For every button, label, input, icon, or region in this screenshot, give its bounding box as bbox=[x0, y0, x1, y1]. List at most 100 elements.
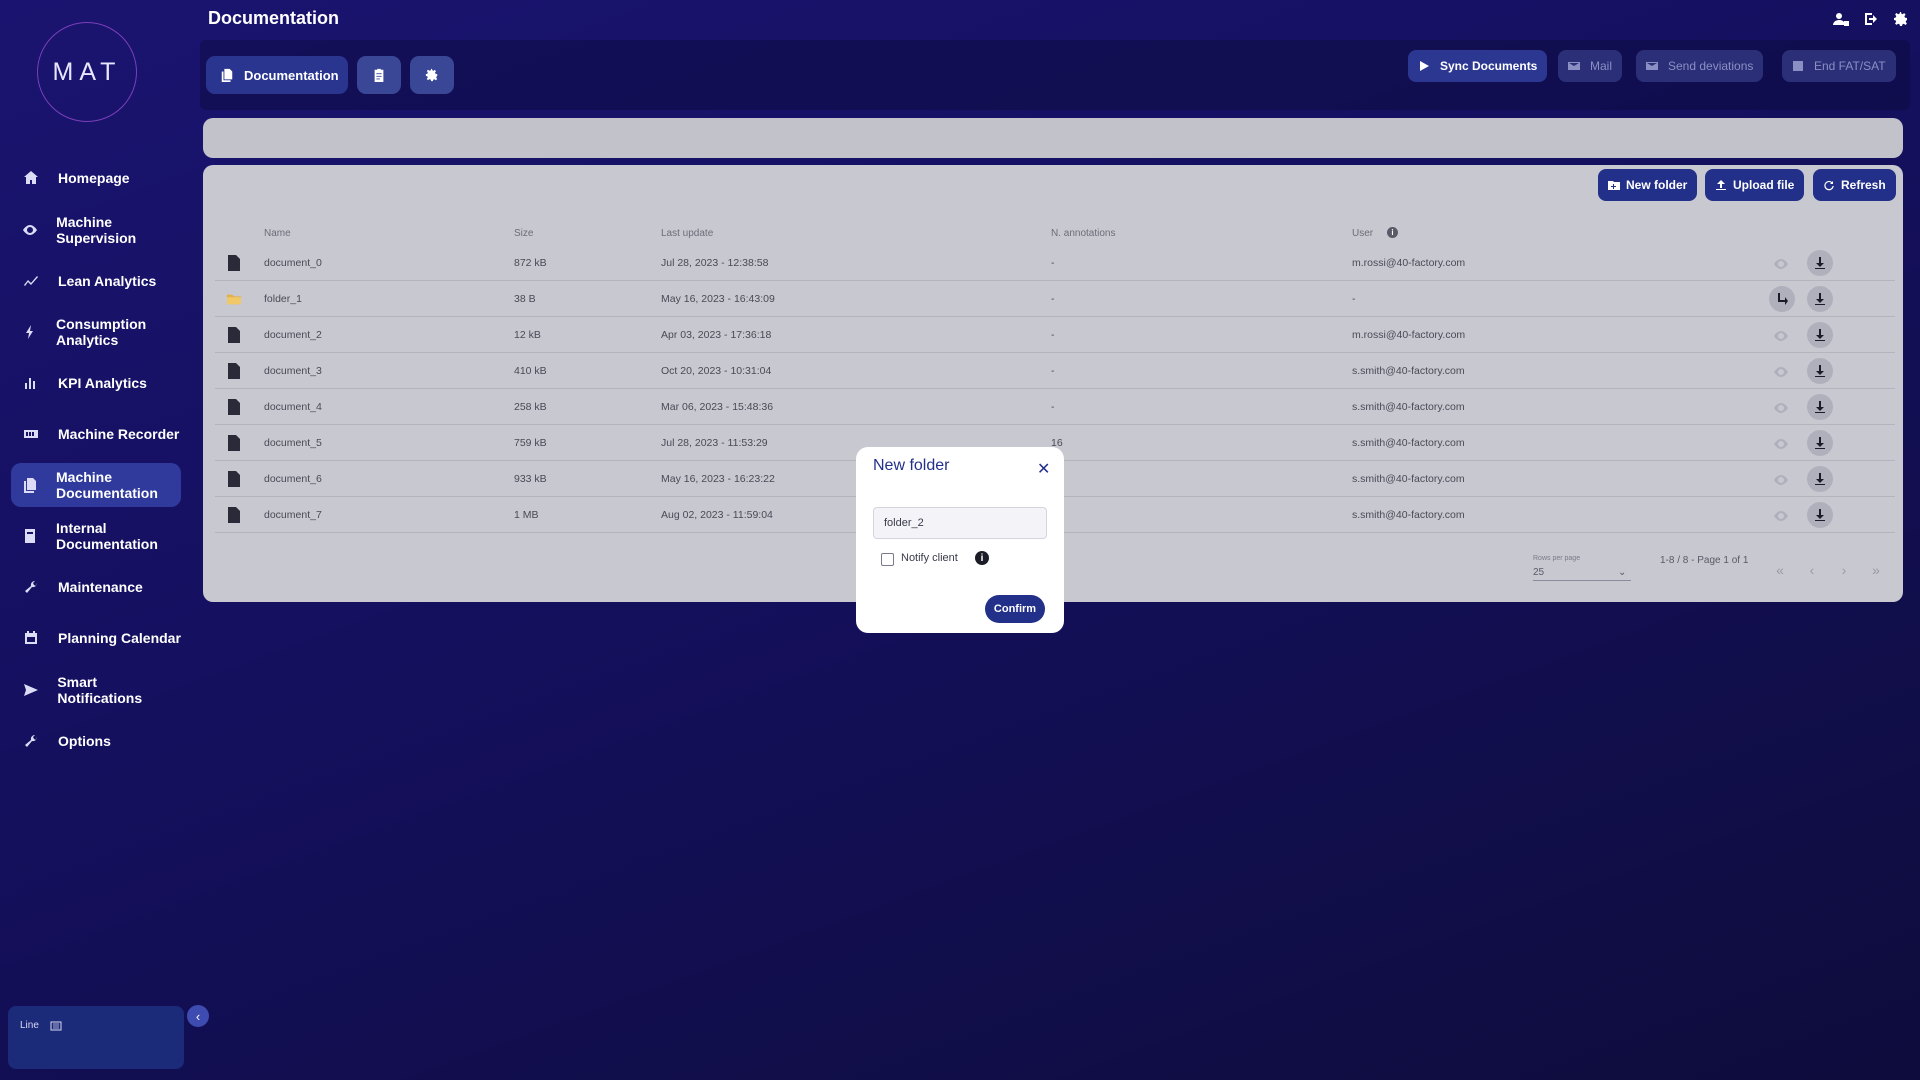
view-icon[interactable] bbox=[1771, 326, 1791, 346]
sidebar-item-label: Machine Supervision bbox=[56, 214, 137, 246]
file-icon bbox=[227, 399, 243, 415]
chevron-left-icon: ‹ bbox=[195, 1008, 201, 1024]
previous-page-icon[interactable]: ‹ bbox=[1799, 557, 1825, 583]
first-page-icon[interactable]: « bbox=[1767, 557, 1793, 583]
line-selector[interactable]: Line bbox=[8, 1006, 184, 1069]
view-icon[interactable] bbox=[1771, 398, 1791, 418]
view-icon[interactable] bbox=[1771, 434, 1791, 454]
new-folder-dialog: New folder ✕ Notify client i Confirm bbox=[856, 447, 1064, 633]
table-row[interactable]: folder_1 38 B May 16, 2023 - 16:43:09 - - bbox=[215, 281, 1895, 317]
bar-chart-icon bbox=[22, 374, 40, 392]
cell-user: s.smith@40-factory.com bbox=[1352, 401, 1465, 413]
cell-name: document_6 bbox=[264, 473, 322, 485]
download-icon[interactable] bbox=[1807, 466, 1833, 492]
cell-name: document_4 bbox=[264, 401, 322, 413]
cell-name: document_0 bbox=[264, 257, 322, 269]
confirm-button[interactable]: Confirm bbox=[985, 595, 1045, 623]
table-row[interactable]: document_0 872 kB Jul 28, 2023 - 12:38:58 -… bbox=[215, 245, 1895, 281]
tab-documentation-label: Documentation bbox=[244, 67, 339, 83]
info-icon[interactable]: i bbox=[1387, 227, 1398, 238]
gear-icon[interactable] bbox=[1892, 10, 1910, 28]
notify-client-checkbox[interactable] bbox=[881, 553, 894, 566]
sidebar-item-machine-recorder[interactable]: Machine Recorder bbox=[11, 412, 181, 456]
cell-annotations: - bbox=[1051, 365, 1055, 377]
filter-bar[interactable] bbox=[203, 118, 1903, 158]
column-name[interactable]: Name bbox=[264, 228, 291, 239]
column-annotations[interactable]: N. annotations bbox=[1051, 228, 1116, 239]
sync-documents-button[interactable]: Sync Documents bbox=[1408, 50, 1548, 82]
sidebar-item-label: Options bbox=[58, 733, 111, 749]
download-icon[interactable] bbox=[1807, 394, 1833, 420]
table-row[interactable]: document_3 410 kB Oct 20, 2023 - 10:31:04 -… bbox=[215, 353, 1895, 389]
cell-annotations: - bbox=[1051, 257, 1055, 269]
calendar-icon bbox=[22, 629, 40, 647]
column-user[interactable]: User bbox=[1352, 228, 1373, 239]
home-icon bbox=[22, 169, 40, 187]
download-icon[interactable] bbox=[1807, 430, 1833, 456]
cell-user: s.smith@40-factory.com bbox=[1352, 473, 1465, 485]
cell-last-update: May 16, 2023 - 16:43:09 bbox=[661, 293, 775, 305]
upload-file-label: Upload file bbox=[1733, 178, 1795, 192]
sidebar-item-internal-documentation[interactable]: Internal Documentation bbox=[11, 514, 181, 558]
end-fat-sat-button[interactable]: End FAT/SAT bbox=[1782, 50, 1896, 82]
tab-documentation[interactable]: Documentation bbox=[206, 56, 348, 94]
list-icon bbox=[50, 1019, 62, 1031]
rows-per-page-select[interactable]: 25 bbox=[1533, 567, 1631, 581]
file-icon bbox=[227, 255, 243, 271]
info-icon[interactable]: i bbox=[975, 551, 989, 565]
document-copy-icon bbox=[22, 476, 38, 494]
sidebar-item-homepage[interactable]: Homepage bbox=[11, 156, 181, 200]
folder-icon bbox=[227, 291, 243, 307]
download-icon[interactable] bbox=[1807, 250, 1833, 276]
refresh-button[interactable]: Refresh bbox=[1813, 169, 1896, 201]
wrench-icon bbox=[22, 732, 40, 750]
send-deviations-button[interactable]: Send deviations bbox=[1636, 50, 1764, 82]
logout-icon[interactable] bbox=[1862, 10, 1880, 28]
cell-user: m.rossi@40-factory.com bbox=[1352, 257, 1466, 269]
download-icon[interactable] bbox=[1807, 502, 1833, 528]
column-size[interactable]: Size bbox=[514, 228, 533, 239]
collapse-sidebar-button[interactable]: ‹ bbox=[187, 1005, 209, 1027]
clipboard-button[interactable] bbox=[357, 56, 401, 94]
sidebar-item-planning-calendar[interactable]: Planning Calendar bbox=[11, 616, 181, 660]
file-icon bbox=[227, 471, 243, 487]
document-copy-icon bbox=[221, 68, 233, 82]
cell-size: 759 kB bbox=[514, 437, 547, 449]
download-icon[interactable] bbox=[1807, 358, 1833, 384]
next-page-icon[interactable]: › bbox=[1831, 557, 1857, 583]
enter-folder-icon[interactable] bbox=[1769, 286, 1795, 312]
dialog-title: New folder bbox=[873, 457, 950, 474]
view-icon[interactable] bbox=[1771, 362, 1791, 382]
file-icon bbox=[227, 327, 243, 343]
mail-button[interactable]: Mail bbox=[1558, 50, 1623, 82]
column-last-update[interactable]: Last update bbox=[661, 228, 713, 239]
settings-button[interactable] bbox=[410, 56, 454, 94]
sidebar-item-label: Machine Recorder bbox=[58, 426, 180, 442]
download-icon[interactable] bbox=[1807, 286, 1833, 312]
cell-size: 258 kB bbox=[514, 401, 547, 413]
sidebar-item-machine-supervision[interactable]: Machine Supervision bbox=[11, 208, 181, 252]
play-icon bbox=[1420, 61, 1429, 71]
upload-file-button[interactable]: Upload file bbox=[1705, 169, 1805, 201]
download-icon[interactable] bbox=[1807, 322, 1833, 348]
user-lock-icon[interactable] bbox=[1832, 10, 1850, 28]
last-page-icon[interactable]: » bbox=[1863, 557, 1889, 583]
sidebar-item-options[interactable]: Options bbox=[11, 719, 181, 763]
sidebar-item-maintenance[interactable]: Maintenance bbox=[11, 565, 181, 609]
sidebar-item-kpi-analytics[interactable]: KPI Analytics bbox=[11, 361, 181, 405]
view-icon[interactable] bbox=[1771, 254, 1791, 274]
sidebar-item-label: Homepage bbox=[58, 170, 130, 186]
close-icon[interactable]: ✕ bbox=[1037, 459, 1050, 479]
cell-user: m.rossi@40-factory.com bbox=[1352, 329, 1466, 341]
new-folder-button[interactable]: New folder bbox=[1598, 169, 1698, 201]
sidebar-item-lean-analytics[interactable]: Lean Analytics bbox=[11, 259, 181, 303]
view-icon[interactable] bbox=[1771, 506, 1791, 526]
sidebar-item-consumption-analytics[interactable]: Consumption Analytics bbox=[11, 310, 181, 354]
folder-name-input[interactable] bbox=[873, 507, 1047, 539]
sidebar-item-smart-notifications[interactable]: Smart Notifications bbox=[11, 668, 181, 712]
table-row[interactable]: document_4 258 kB Mar 06, 2023 - 15:48:36 -… bbox=[215, 389, 1895, 425]
sidebar-item-machine-documentation[interactable]: Machine Documentation bbox=[11, 463, 181, 507]
view-icon[interactable] bbox=[1771, 470, 1791, 490]
eye-icon bbox=[22, 221, 38, 239]
table-row[interactable]: document_2 12 kB Apr 03, 2023 - 17:36:18 - m… bbox=[215, 317, 1895, 353]
